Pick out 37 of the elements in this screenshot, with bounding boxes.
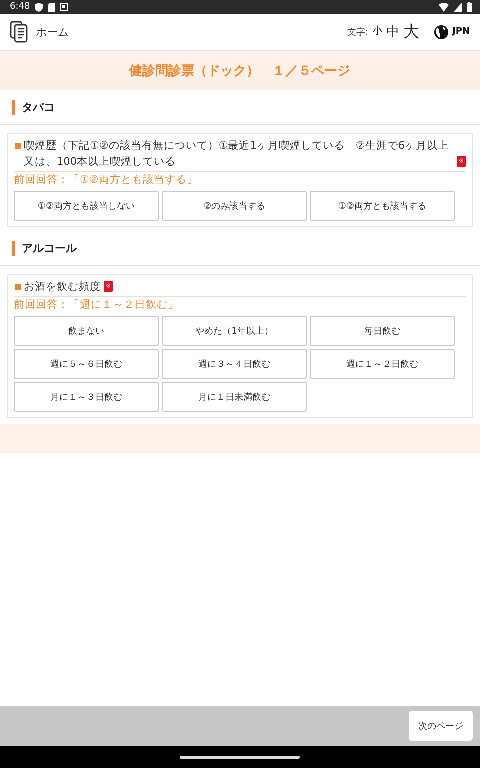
answer-option-button[interactable]: 週に５～６日飲む	[14, 349, 159, 379]
shield-icon	[35, 2, 44, 12]
answer-option-button[interactable]: ①②両方とも該当する	[310, 191, 455, 221]
answer-option-button[interactable]: 週に３～４日飲む	[162, 349, 307, 379]
next-page-button[interactable]: 次のページ	[409, 711, 473, 741]
square-bullet-icon	[15, 284, 21, 290]
answer-option-button[interactable]: 飲まない	[14, 316, 159, 346]
status-time: 6:48	[10, 2, 30, 12]
home-handle[interactable]	[180, 756, 300, 758]
answer-option-button[interactable]: やめた（1年以上）	[162, 316, 307, 346]
question-text: お酒を飲む頻度	[24, 280, 101, 295]
answer-option-button[interactable]: 月に１～３日飲む	[14, 382, 159, 412]
text-size-option[interactable]: 小	[372, 27, 383, 37]
answer-option-button[interactable]: 毎日飲む	[310, 316, 455, 346]
text-size-option[interactable]: 大	[404, 24, 420, 40]
answer-option-button[interactable]: 月に１日未満飲む	[162, 382, 307, 412]
answer-option-button[interactable]: ②のみ該当する	[162, 191, 307, 221]
previous-answer: 前回回答：「週に１～２日飲む」	[14, 298, 180, 313]
home-link[interactable]: ホーム	[36, 24, 69, 40]
text-size-label: 文字:	[347, 26, 369, 38]
signal-icon	[454, 2, 462, 12]
language-button[interactable]: JPN	[452, 27, 470, 37]
text-size-option[interactable]: 中	[386, 26, 400, 38]
wifi-icon	[439, 2, 449, 12]
document-icon	[10, 21, 28, 43]
question-text: 喫煙歴（下記①②の該当有無について）①最近1ヶ月喫煙している ②生涯で6ヶ月以上又は、100本以上喫煙している	[24, 139, 450, 170]
section-title: アルコール	[22, 240, 77, 256]
section-title: タバコ	[22, 100, 55, 114]
battery-icon	[467, 2, 472, 12]
globe-icon	[434, 24, 449, 40]
sd-card-icon	[48, 2, 56, 12]
page-title: 健診問診票（ドック） １／５ページ	[130, 62, 350, 80]
previous-answer: 前回回答：「①②両方とも該当する」	[14, 173, 199, 188]
square-icon	[60, 3, 68, 11]
answer-option-button[interactable]: 週に１～２日飲む	[310, 349, 455, 379]
square-bullet-icon	[15, 143, 21, 149]
answer-option-button[interactable]: ①②両方とも該当しない	[14, 191, 159, 221]
